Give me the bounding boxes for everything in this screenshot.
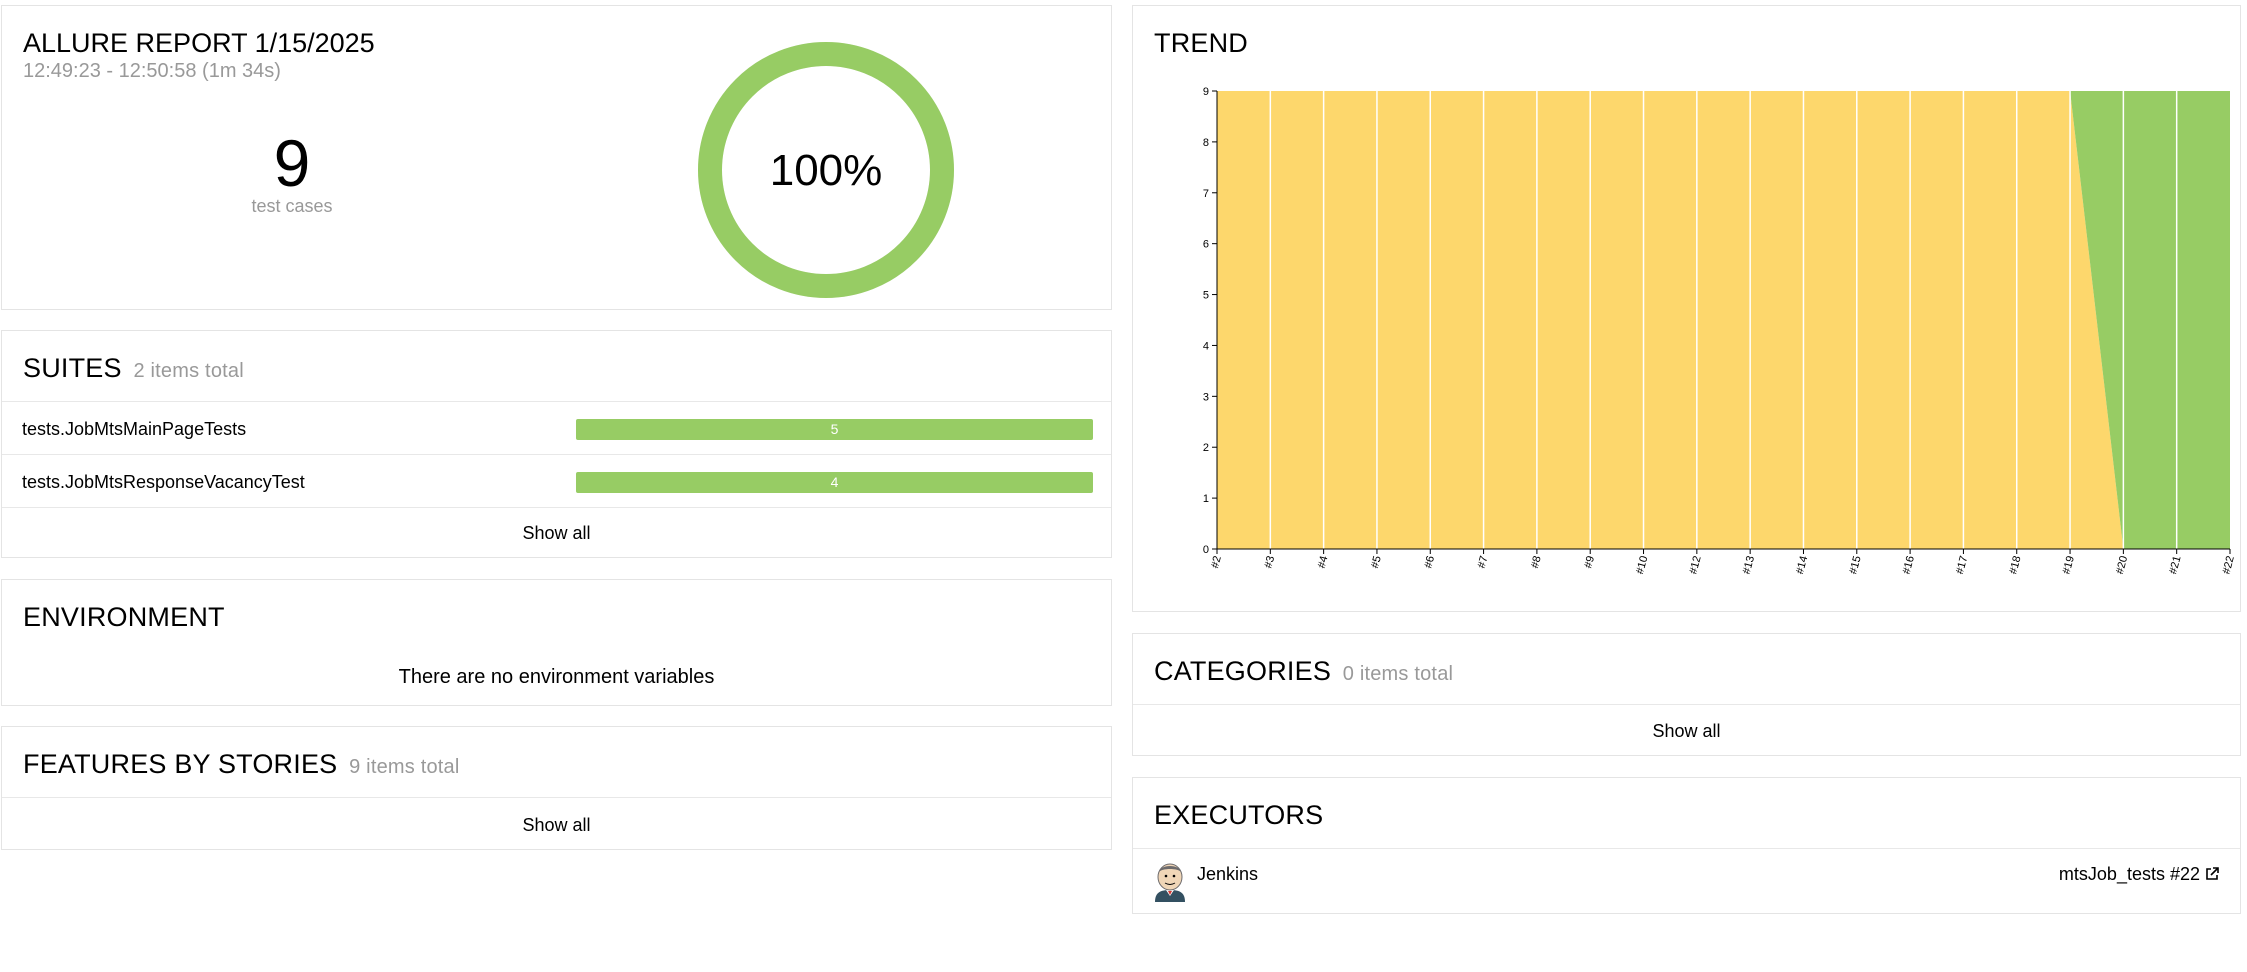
features-show-all-link[interactable]: Show all — [2, 815, 1111, 836]
summary-widget: ALLURE REPORT 1/15/2025 12:49:23 - 12:50… — [1, 5, 1112, 310]
suites-count: 2 items total — [133, 360, 244, 382]
trend-y-tick-label: 9 — [1203, 86, 1209, 98]
trend-x-tick-label: #13 — [1741, 555, 1757, 576]
environment-title: ENVIRONMENT — [23, 602, 225, 632]
trend-x-tick-label: #4 — [1316, 555, 1331, 570]
categories-title-text: CATEGORIES — [1154, 656, 1332, 686]
trend-x-tick-label: #17 — [1954, 555, 1970, 576]
trend-x-tick-label: #2 — [1209, 555, 1224, 570]
categories-count: 0 items total — [1342, 663, 1454, 685]
trend-y-tick-label: 5 — [1203, 290, 1209, 302]
features-title-text: FEATURES BY STORIES — [23, 749, 338, 779]
environment-widget: ENVIRONMENT There are no environment var… — [1, 579, 1112, 706]
divider — [2, 507, 1111, 508]
trend-y-tick-label: 2 — [1203, 442, 1209, 454]
environment-empty-text: There are no environment variables — [398, 666, 715, 688]
trend-x-tick-label: #9 — [1582, 555, 1597, 570]
suites-widget: SUITES 2 items total tests.JobMtsMainPag… — [1, 330, 1112, 558]
trend-x-tick-label: #3 — [1262, 555, 1277, 570]
trend-y-tick-label: 7 — [1203, 188, 1209, 200]
features-count: 9 items total — [349, 756, 460, 778]
features-title: FEATURES BY STORIES 9 items total — [23, 749, 460, 780]
trend-x-tick-label: #14 — [1794, 555, 1810, 576]
trend-x-tick-label: #21 — [2167, 555, 2183, 576]
trend-x-tick-label: #5 — [1369, 555, 1384, 570]
trend-y-tick-label: 0 — [1203, 544, 1209, 556]
trend-x-tick-label: #6 — [1422, 555, 1437, 570]
trend-widget: TREND 0 1 2 3 4 5 6 7 8 9 #2 #3 #4 #5 #6 #7 #8 #9 #10 #12 #1… — [1132, 5, 2241, 612]
executor-build-text: mtsJob_tests #22 — [2058, 864, 2200, 884]
divider — [1133, 848, 2240, 849]
trend-y-tick-label: 4 — [1203, 340, 1209, 352]
report-time: 12:49:23 - 12:50:58 (1m 34s) — [23, 60, 281, 82]
categories-show-all-link[interactable]: Show all — [1133, 721, 2240, 742]
features-widget: FEATURES BY STORIES 9 items total Show a… — [1, 726, 1112, 850]
trend-y-tick-label: 1 — [1203, 493, 1209, 505]
suite-status-bar[interactable]: 4 — [576, 472, 1093, 493]
executors-widget: EXECUTORS Jenkins mtsJob_tests #22 — [1132, 777, 2241, 914]
test-case-count: 9 — [273, 126, 311, 200]
executors-title: EXECUTORS — [1154, 800, 1324, 830]
trend-x-tick-label: #18 — [2007, 555, 2023, 576]
trend-x-tick-label: #10 — [1634, 555, 1650, 576]
suite-name: tests.JobMtsMainPageTests — [22, 419, 247, 439]
report-title: ALLURE REPORT 1/15/2025 — [23, 28, 375, 58]
trend-x-tick-label: #12 — [1687, 555, 1703, 576]
trend-x-tick-label: #7 — [1476, 555, 1491, 570]
success-rate-text: 100% — [769, 146, 883, 195]
categories-title: CATEGORIES 0 items total — [1154, 656, 1453, 687]
suite-status-bar[interactable]: 5 — [576, 419, 1093, 440]
trend-chart: 0 1 2 3 4 5 6 7 8 9 #2 #3 #4 #5 #6 #7 #8 #9 #10 #12 #13 #14 #1… — [1203, 86, 2237, 576]
external-link-icon — [2206, 867, 2219, 880]
suite-name: tests.JobMtsResponseVacancyTest — [22, 472, 305, 492]
trend-y-tick-label: 6 — [1203, 239, 1209, 251]
suite-row[interactable]: tests.JobMtsMainPageTests 5 — [2, 402, 1111, 454]
trend-x-tick-label: #8 — [1529, 555, 1544, 570]
executor-name: Jenkins — [1197, 864, 1259, 884]
trend-x-tick-label: #22 — [2221, 555, 2237, 576]
suite-row[interactable]: tests.JobMtsResponseVacancyTest 4 — [2, 455, 1111, 507]
trend-x-tick-label: #20 — [2114, 555, 2130, 576]
trend-x-tick-label: #19 — [2061, 555, 2077, 576]
jenkins-avatar-icon — [1155, 863, 1185, 902]
suites-show-all-link[interactable]: Show all — [2, 523, 1111, 544]
suites-title: SUITES 2 items total — [23, 353, 244, 384]
categories-widget: CATEGORIES 0 items total Show all — [1132, 633, 2241, 756]
test-case-label: test cases — [251, 196, 333, 216]
trend-x-tick-label: #16 — [1901, 555, 1917, 576]
trend-x-tick-label: #15 — [1847, 555, 1863, 576]
executor-build-link[interactable]: mtsJob_tests #22 — [2059, 864, 2220, 885]
trend-y-tick-label: 3 — [1203, 391, 1209, 403]
trend-y-tick-label: 8 — [1203, 137, 1209, 149]
divider — [2, 797, 1111, 798]
divider — [1133, 704, 2240, 705]
suites-title-text: SUITES — [23, 353, 122, 383]
